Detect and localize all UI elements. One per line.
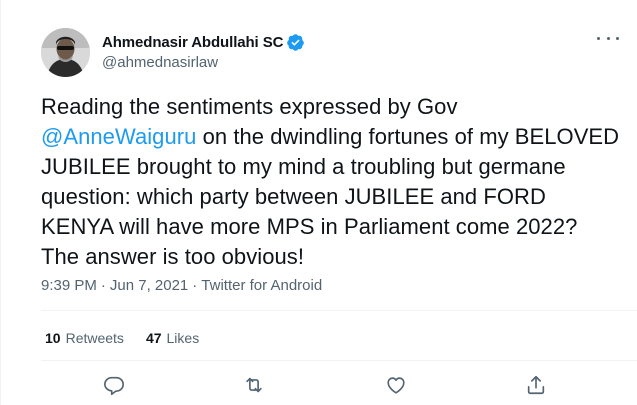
- engagement-stats: 10 Retweets 47 Likes: [45, 330, 221, 346]
- dot: [606, 36, 610, 40]
- display-name-row: Ahmednasir Abdullahi SC: [102, 32, 305, 52]
- retweets-label: Retweets: [65, 330, 124, 346]
- like-icon[interactable]: [385, 374, 409, 398]
- retweets-count: 10: [45, 330, 61, 346]
- retweet-icon[interactable]: [243, 374, 267, 398]
- divider: [41, 360, 637, 361]
- share-icon[interactable]: [525, 374, 549, 398]
- meta-separator: ·: [100, 277, 106, 294]
- dot: [616, 36, 619, 40]
- author-handle[interactable]: @ahmednasirlaw: [102, 54, 305, 71]
- tweet-metadata: 9:39 PM · Jun 7, 2021 · Twitter for Andr…: [41, 277, 322, 294]
- profile-photo-icon: [41, 28, 90, 77]
- tweet-time[interactable]: 9:39 PM: [41, 277, 97, 294]
- divider: [41, 310, 637, 311]
- tweet-date[interactable]: Jun 7, 2021: [110, 277, 188, 294]
- tweet-text: Reading the sentiments expressed by Gov …: [41, 92, 621, 272]
- meta-separator: ·: [192, 277, 198, 294]
- action-bar: [41, 374, 637, 400]
- dot: [597, 36, 600, 40]
- tweet-header: Ahmednasir Abdullahi SC @ahmednasirlaw: [41, 28, 637, 78]
- tweet-detail: Ahmednasir Abdullahi SC @ahmednasirlaw R…: [0, 0, 637, 405]
- author-names: Ahmednasir Abdullahi SC @ahmednasirlaw: [102, 32, 305, 71]
- more-options-icon[interactable]: [597, 31, 619, 45]
- retweets-stat[interactable]: 10 Retweets: [45, 330, 124, 346]
- display-name[interactable]: Ahmednasir Abdullahi SC: [102, 34, 283, 51]
- verified-badge-icon: [286, 33, 305, 52]
- reply-icon[interactable]: [103, 374, 127, 398]
- likes-stat[interactable]: 47 Likes: [146, 330, 199, 346]
- likes-count: 47: [145, 330, 162, 346]
- tweet-text-start: Reading the sentiments expressed by Gov: [41, 94, 458, 119]
- tweet-source[interactable]: Twitter for Android: [201, 277, 322, 294]
- likes-label: Likes: [166, 330, 200, 346]
- avatar[interactable]: [41, 28, 90, 77]
- mention-link[interactable]: @AnneWaiguru: [41, 124, 196, 149]
